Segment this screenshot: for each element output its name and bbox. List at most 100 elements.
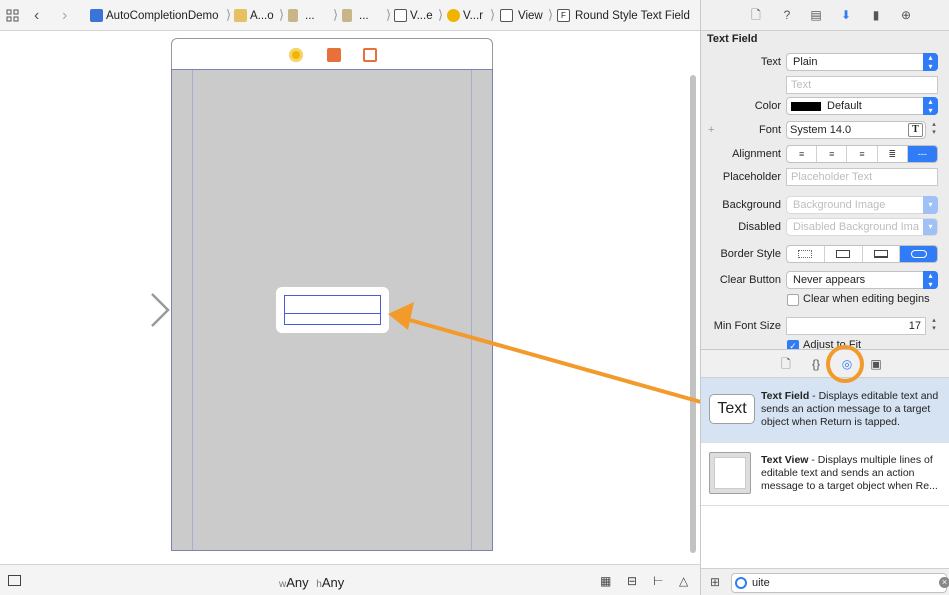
size-inspector-icon[interactable]: ▮ xyxy=(869,8,883,22)
color-popup[interactable]: Default ▴ ▾ xyxy=(786,97,938,115)
identity-inspector-icon[interactable]: ▤ xyxy=(809,8,823,22)
breadcrumb-base-label: ... xyxy=(359,9,369,22)
border-line-icon[interactable] xyxy=(825,246,863,262)
color-swatch xyxy=(791,101,821,111)
highlight-circle xyxy=(826,345,864,383)
breadcrumb-group-label: A...o xyxy=(250,9,274,22)
chevron-down-icon: ▾ xyxy=(923,219,937,235)
border-none-icon[interactable] xyxy=(787,246,825,262)
text-content-placeholder: Text xyxy=(791,79,812,91)
text-field[interactable] xyxy=(284,295,381,325)
object-library-list: Text Text Field - Displays editable text… xyxy=(701,378,949,568)
font-label: Font xyxy=(758,124,781,136)
disabled-image-combo[interactable]: Disabled Background Ima ▾ xyxy=(786,218,938,236)
breadcrumb-scene-label: V...e xyxy=(410,9,433,22)
help-icon[interactable]: ? xyxy=(780,8,794,22)
font-field[interactable]: System 14.0 T xyxy=(786,121,926,139)
library-item-description: Text Field - Displays editable text and … xyxy=(761,390,947,429)
breadcrumb-project[interactable]: AutoCompletionDemo xyxy=(90,0,219,31)
disabled-hint: Disabled Background Ima xyxy=(793,221,919,233)
font-picker-icon[interactable]: T xyxy=(908,123,923,137)
breadcrumb-controller[interactable]: V...r xyxy=(447,0,483,31)
connections-inspector-icon[interactable]: ⊕ xyxy=(899,8,913,22)
breadcrumb-scene[interactable]: V...e xyxy=(394,0,433,31)
border-rounded-icon[interactable] xyxy=(900,246,937,262)
view-controller-icon[interactable] xyxy=(289,48,303,62)
clear-button-popup[interactable]: Never appears ▴ ▾ xyxy=(786,271,938,289)
align-center-icon[interactable]: ≡ xyxy=(817,146,848,162)
breadcrumb-view[interactable]: View xyxy=(500,0,543,31)
chevron-right-icon: ⟩ xyxy=(548,7,554,22)
width-class: Any xyxy=(286,575,309,590)
section-title: Text Field xyxy=(707,33,758,45)
vertical-scrollbar[interactable] xyxy=(690,75,696,553)
breadcrumb-storyboard-base[interactable]: ... xyxy=(342,0,369,31)
library-item-text-field[interactable]: Text Text Field - Displays editable text… xyxy=(701,378,949,442)
align-right-icon[interactable]: ≡ xyxy=(847,146,878,162)
text-field-thumbnail: Text xyxy=(709,394,755,424)
breadcrumb-controller-label: V...r xyxy=(463,9,484,22)
pin-icon[interactable]: ⊢ xyxy=(653,574,663,588)
clear-when-editing-checkbox[interactable] xyxy=(787,294,799,306)
resolve-issues-icon[interactable]: △ xyxy=(679,574,688,588)
text-field-divider xyxy=(284,313,381,314)
media-library-icon[interactable]: ▣ xyxy=(869,357,883,371)
border-style-segmented-control[interactable] xyxy=(786,245,938,263)
text-type-popup[interactable]: Plain ▴ ▾ xyxy=(786,53,938,71)
related-items-icon[interactable] xyxy=(6,0,19,31)
breadcrumb-textfield[interactable]: F Round Style Text Field xyxy=(557,0,690,31)
background-label: Background xyxy=(722,199,781,211)
file-inspector-icon[interactable]: 🗋 xyxy=(749,8,763,22)
filter-icon xyxy=(735,577,747,589)
border-style-label: Border Style xyxy=(720,248,781,260)
alignment-label: Alignment xyxy=(732,148,781,160)
align-icon[interactable]: ⊟ xyxy=(627,574,637,588)
background-image-combo[interactable]: Background Image ▾ xyxy=(786,196,938,214)
project-file-icon xyxy=(90,9,103,22)
exit-icon[interactable] xyxy=(363,48,377,62)
clear-button-value: Never appears xyxy=(793,274,866,286)
align-justified-icon[interactable]: ≣ xyxy=(878,146,908,162)
attributes-inspector-icon[interactable]: ⬇ xyxy=(839,8,853,22)
alignment-segmented-control[interactable]: ≡ ≡ ≡ ≣ --- xyxy=(786,145,938,163)
library-search-input[interactable]: uite xyxy=(731,573,947,593)
textfield-icon: F xyxy=(557,9,570,22)
breadcrumb-storyboard[interactable]: ... xyxy=(288,0,315,31)
text-view-thumbnail-icon xyxy=(709,452,751,494)
document-outline-toggle-icon[interactable] xyxy=(8,575,21,586)
popup-stepper-icon: ▴ ▾ xyxy=(923,271,938,289)
forward-icon[interactable]: › xyxy=(62,0,67,31)
clear-search-icon[interactable]: × xyxy=(939,577,949,588)
text-type-value: Plain xyxy=(793,56,818,68)
min-font-stepper[interactable]: ▴ ▾ xyxy=(929,317,939,335)
file-template-library-icon[interactable]: 🗋 xyxy=(779,357,793,371)
align-left-icon[interactable]: ≡ xyxy=(787,146,818,162)
color-value: Default xyxy=(827,100,862,112)
align-natural-icon[interactable]: --- xyxy=(907,146,937,162)
jump-bar: ‹ › AutoCompletionDemo ⟩ A...o ⟩ ... ⟩ .… xyxy=(0,0,700,31)
size-class-control[interactable]: wAny hAny xyxy=(279,575,344,590)
library-item-text-view[interactable]: Text View - Displays multiple lines of e… xyxy=(701,442,949,506)
clear-button-label: Clear Button xyxy=(719,274,781,286)
min-font-field[interactable]: 17 xyxy=(786,317,926,335)
chevron-right-icon: ⟩ xyxy=(226,7,232,22)
entry-point-arrow[interactable] xyxy=(70,290,174,330)
breadcrumb-storyboard-label: ... xyxy=(305,9,315,22)
grid-view-icon[interactable]: ⊞ xyxy=(710,575,720,589)
min-font-label: Min Font Size xyxy=(713,320,781,332)
border-bezel-icon[interactable] xyxy=(863,246,901,262)
scene-dock xyxy=(171,38,493,70)
text-label: Text xyxy=(760,56,781,68)
popup-stepper-icon: ▴ ▾ xyxy=(923,97,938,115)
placeholder-field[interactable]: Placeholder Text xyxy=(786,168,938,186)
code-snippet-library-icon[interactable]: {} xyxy=(809,357,823,371)
library-filter-bar: ⊞ uite × xyxy=(701,568,949,595)
font-size-stepper[interactable]: ▴ ▾ xyxy=(929,121,939,139)
scene-icon xyxy=(394,9,407,22)
text-content-field[interactable]: Text xyxy=(786,76,938,94)
back-icon[interactable]: ‹ xyxy=(34,0,39,31)
stack-icon[interactable]: ▦ xyxy=(600,574,611,588)
first-responder-icon[interactable] xyxy=(327,48,341,62)
view-controller-icon xyxy=(447,9,460,22)
breadcrumb-group[interactable]: A...o xyxy=(234,0,274,31)
